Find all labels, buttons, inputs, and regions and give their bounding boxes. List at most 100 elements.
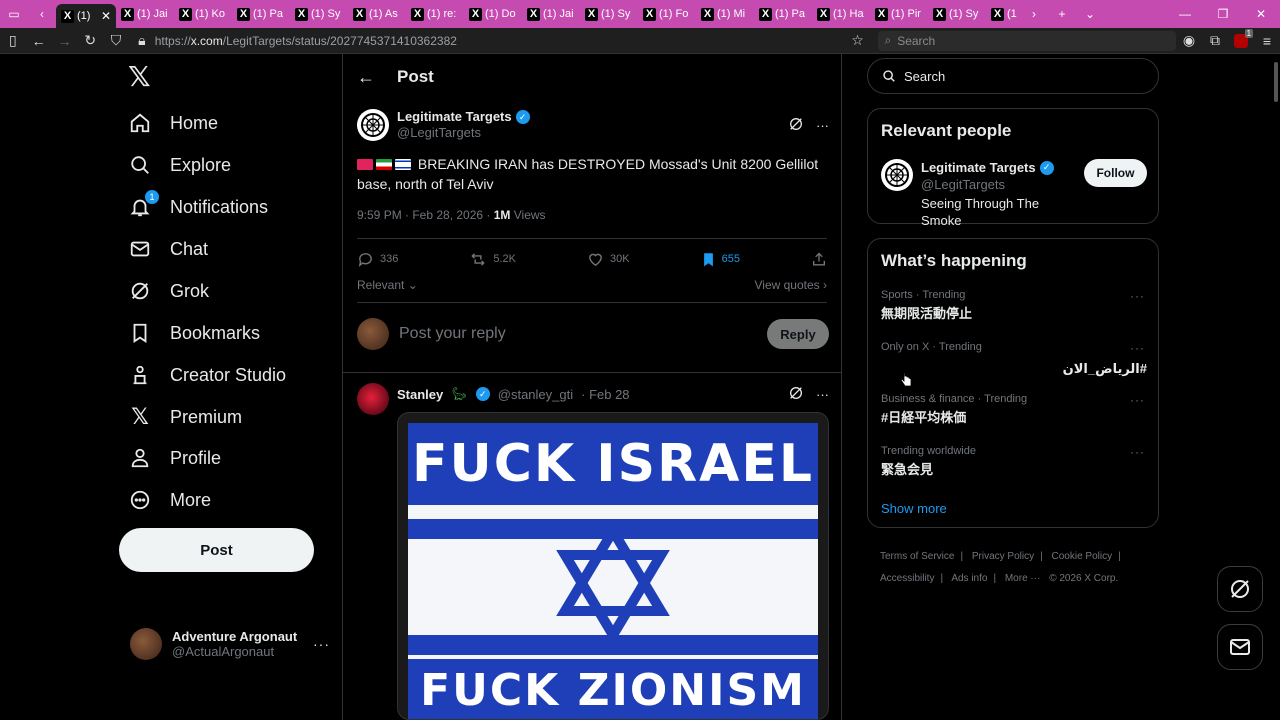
- show-more-link[interactable]: Show more: [881, 501, 947, 516]
- browser-tab-active[interactable]: X (1) ✕: [56, 4, 116, 28]
- address-bar[interactable]: https://x.com/LegitTargets/status/202774…: [155, 30, 845, 52]
- repost-button[interactable]: 5.2K: [469, 251, 516, 268]
- back-arrow-icon[interactable]: ←: [26, 28, 52, 54]
- footer-link-ads[interactable]: Ads info: [951, 573, 987, 584]
- browser-tab[interactable]: X (1) As: [348, 2, 406, 26]
- reply-image[interactable]: FUCK ISRAEL FUCK ZIONISM: [397, 412, 829, 720]
- browser-tab[interactable]: X (1) re:: [406, 2, 464, 26]
- grok-icon[interactable]: [788, 116, 804, 135]
- bookmark-star-icon[interactable]: ☆: [845, 28, 871, 54]
- browser-tab[interactable]: X (1) Pa: [232, 2, 290, 26]
- back-arrow-icon[interactable]: ←: [357, 67, 375, 88]
- avatar[interactable]: [357, 383, 389, 415]
- share-button[interactable]: [811, 251, 827, 268]
- browser-tab[interactable]: X (1) Jai: [522, 2, 580, 26]
- reload-icon[interactable]: ↻: [77, 28, 103, 54]
- more-dots-icon[interactable]: ···: [1130, 341, 1145, 355]
- bookmark-button[interactable]: 655: [701, 251, 740, 268]
- sidebar-item-bookmarks[interactable]: Bookmarks: [128, 315, 260, 351]
- author-name[interactable]: Legitimate Targets: [397, 109, 512, 125]
- more-dots-icon[interactable]: ···: [816, 118, 829, 133]
- grok-icon[interactable]: [788, 385, 804, 404]
- reply-date[interactable]: · Feb 28: [581, 387, 629, 402]
- extensions-icon[interactable]: ⧉: [1202, 28, 1228, 54]
- account-switcher[interactable]: Adventure Argonaut @ActualArgonaut ···: [130, 624, 330, 664]
- reply-author-handle[interactable]: @stanley_gti: [498, 387, 573, 402]
- tab-overview-icon[interactable]: ▭: [0, 0, 28, 28]
- browser-tab[interactable]: X (1) Sy: [580, 2, 638, 26]
- browser-tab[interactable]: X (1: [986, 2, 1020, 26]
- footer-link-privacy[interactable]: Privacy Policy: [972, 551, 1034, 562]
- footer-link-more[interactable]: More ···: [1005, 573, 1041, 584]
- sidebar-item-explore[interactable]: Explore: [128, 147, 231, 183]
- sidebar-item-more[interactable]: More: [128, 482, 211, 518]
- person-name[interactable]: Legitimate Targets: [921, 159, 1036, 176]
- browser-tab[interactable]: X (1) Sy: [290, 2, 348, 26]
- x-logo-icon[interactable]: 𝕏: [128, 62, 158, 92]
- account-icon[interactable]: ◉: [1176, 28, 1202, 54]
- post-time[interactable]: 9:59 PM · Feb 28, 2026 ·: [357, 208, 494, 222]
- sidebar-item-premium[interactable]: 𝕏 Premium: [128, 399, 242, 435]
- trend-item[interactable]: Only on X · Trending #الرياض_الان ···: [881, 341, 1147, 377]
- avatar[interactable]: [881, 159, 913, 191]
- browser-tab[interactable]: X (1) Pir: [870, 2, 928, 26]
- lock-icon[interactable]: 🔒︎: [129, 28, 155, 54]
- sidebar-item-notifications[interactable]: 1 Notifications: [128, 189, 268, 225]
- sidebar-item-creator-studio[interactable]: Creator Studio: [128, 357, 286, 393]
- more-dots-icon[interactable]: ···: [1130, 445, 1145, 459]
- new-tab-icon[interactable]: +: [1048, 0, 1076, 28]
- tab-list-chevron-down-icon[interactable]: ⌄: [1076, 0, 1104, 28]
- trend-item[interactable]: Trending worldwide 緊急会見 ···: [881, 445, 1147, 478]
- like-button[interactable]: 30K: [587, 251, 630, 268]
- close-window-icon[interactable]: ✕: [1242, 0, 1280, 28]
- tab-scroll-left-icon[interactable]: ‹: [28, 0, 56, 28]
- reply-submit-button[interactable]: Reply: [767, 319, 829, 349]
- sidebar-item-grok[interactable]: Grok: [128, 273, 209, 309]
- close-tab-icon[interactable]: ✕: [101, 9, 111, 23]
- browser-tab[interactable]: X (1) Jai: [116, 2, 174, 26]
- sort-dropdown[interactable]: Relevant ⌄: [357, 278, 418, 292]
- messages-floating-button[interactable]: [1217, 624, 1263, 670]
- sidebar-item-home[interactable]: Home: [128, 105, 218, 141]
- view-quotes-link[interactable]: View quotes ›: [755, 278, 828, 292]
- more-dots-icon[interactable]: ···: [1130, 393, 1145, 407]
- browser-search-input[interactable]: ⌕ Search: [878, 30, 1177, 51]
- footer-link-accessibility[interactable]: Accessibility: [880, 573, 934, 584]
- compose-post-button[interactable]: Post: [119, 528, 314, 572]
- footer-link-cookie[interactable]: Cookie Policy: [1052, 551, 1113, 562]
- more-dots-icon[interactable]: ···: [816, 387, 829, 402]
- ublock-extension-icon[interactable]: 1: [1228, 28, 1254, 54]
- browser-tab[interactable]: X (1) Pa: [754, 2, 812, 26]
- page-scrollbar[interactable]: [1272, 54, 1280, 720]
- trend-item[interactable]: Sports · Trending 無期限活動停止 ···: [881, 289, 1147, 322]
- footer-link-terms[interactable]: Terms of Service: [880, 551, 954, 562]
- browser-tab[interactable]: X (1) Fo: [638, 2, 696, 26]
- more-dots-icon[interactable]: ···: [313, 636, 330, 652]
- browser-tab[interactable]: X (1) Ha: [812, 2, 870, 26]
- sidebar-item-chat[interactable]: Chat: [128, 231, 208, 267]
- reply-button[interactable]: 336: [357, 251, 398, 268]
- browser-tab[interactable]: X (1) Do: [464, 2, 522, 26]
- scrollbar-thumb[interactable]: [1274, 62, 1278, 102]
- reply-input[interactable]: Post your reply: [399, 325, 506, 343]
- app-menu-icon[interactable]: ≡: [1254, 28, 1280, 54]
- reply-author-name[interactable]: Stanley: [397, 387, 443, 402]
- shield-icon[interactable]: ⛉: [103, 28, 129, 54]
- browser-tab[interactable]: X (1) Mi: [696, 2, 754, 26]
- avatar[interactable]: [357, 109, 389, 141]
- relevant-people-title: Relevant people: [881, 121, 1012, 140]
- grok-floating-button[interactable]: [1217, 566, 1263, 612]
- sidebar-toggle-icon[interactable]: ▯: [0, 28, 26, 54]
- search-input[interactable]: Search: [867, 58, 1159, 94]
- follow-button[interactable]: Follow: [1083, 159, 1147, 187]
- browser-tab[interactable]: X (1) Ko: [174, 2, 232, 26]
- forward-arrow-icon[interactable]: →: [52, 28, 78, 54]
- tab-scroll-right-icon[interactable]: ›: [1020, 0, 1048, 28]
- trend-item[interactable]: Business & finance · Trending #日経平均株価 ··…: [881, 393, 1147, 426]
- author-handle[interactable]: @LegitTargets: [397, 125, 530, 141]
- browser-tab[interactable]: X (1) Sy: [928, 2, 986, 26]
- sidebar-item-profile[interactable]: Profile: [128, 440, 221, 476]
- minimize-window-icon[interactable]: —: [1166, 0, 1204, 28]
- more-dots-icon[interactable]: ···: [1130, 289, 1145, 303]
- restore-window-icon[interactable]: ❐: [1204, 0, 1242, 28]
